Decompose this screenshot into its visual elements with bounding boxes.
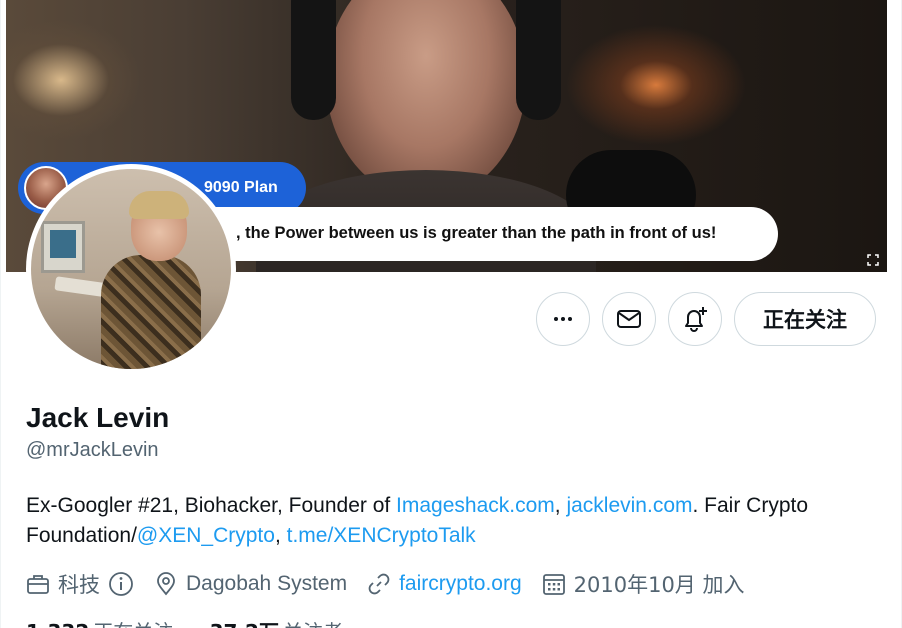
profile-bio: Ex-Googler #21, Biohacker, Founder of Im…: [26, 491, 886, 551]
meta-joined-label: 2010年10月 加入: [573, 573, 745, 597]
notifications-button[interactable]: [668, 292, 722, 346]
banner-plan-label: 9090 Plan: [204, 179, 278, 196]
profile-display-name: Jack Levin: [26, 402, 170, 433]
banner-quote-text: , the Power between us is greater than t…: [236, 224, 717, 242]
following-count: 1,332: [26, 620, 89, 628]
meta-category-label: 科技: [58, 573, 100, 597]
avatar-photo-body: [101, 255, 201, 369]
mail-icon: [617, 310, 641, 328]
banner-photo-headphone: [291, 0, 336, 120]
banner-photo-headphone: [516, 0, 561, 120]
bio-link-telegram[interactable]: t.me/XENCryptoTalk: [287, 524, 476, 547]
profile-stats: 1,332 正在关注 37.2万关注者: [26, 616, 373, 628]
banner-quote-bubble: , the Power between us is greater than t…: [156, 207, 778, 261]
bio-mention-xen-crypto[interactable]: @XEN_Crypto: [137, 524, 275, 547]
column-border-left: [0, 0, 1, 628]
profile-handle: @mrJackLevin: [26, 439, 159, 461]
more-button[interactable]: [536, 292, 590, 346]
profile-avatar[interactable]: [26, 164, 236, 374]
location-pin-icon: [157, 572, 175, 596]
avatar-photo-monitor: [41, 221, 85, 273]
link-icon: [368, 573, 390, 595]
bell-plus-icon: [685, 307, 707, 332]
more-icon: [554, 317, 572, 321]
profile-meta: 科技 Dagobah System faircrypto.org 2010年10…: [26, 568, 764, 600]
bio-separator: ,: [274, 524, 287, 547]
meta-location: Dagobah System: [154, 572, 347, 596]
followers-count: 37.2万: [210, 620, 279, 628]
following-label: 正在关注: [93, 620, 173, 628]
meta-joined: 2010年10月 加入: [542, 569, 745, 599]
bio-text: Ex-Googler #21, Biohacker, Founder of: [26, 494, 397, 517]
avatar-photo-hair: [129, 191, 189, 219]
followers-label: 关注者: [283, 620, 343, 628]
briefcase-icon: [27, 575, 49, 594]
meta-website-link[interactable]: faircrypto.org: [399, 572, 522, 596]
meta-category: 科技: [26, 569, 134, 599]
avatar-photo: [31, 169, 231, 369]
followers-stat[interactable]: 37.2万关注者: [210, 620, 373, 628]
bio-link-jacklevin[interactable]: jacklevin.com: [566, 494, 692, 517]
meta-location-label: Dagobah System: [186, 572, 348, 595]
following-stat[interactable]: 1,332 正在关注: [26, 620, 203, 628]
bio-link-imageshack[interactable]: Imageshack.com: [396, 494, 555, 517]
calendar-icon: [542, 574, 565, 595]
following-button[interactable]: 正在关注: [734, 292, 876, 346]
profile-page: 9090 Plan , the Power between us is grea…: [0, 0, 902, 628]
info-icon[interactable]: [108, 571, 134, 597]
expand-icon[interactable]: [867, 254, 879, 266]
meta-website[interactable]: faircrypto.org: [367, 572, 522, 596]
bio-separator: ,: [554, 494, 567, 517]
message-button[interactable]: [602, 292, 656, 346]
